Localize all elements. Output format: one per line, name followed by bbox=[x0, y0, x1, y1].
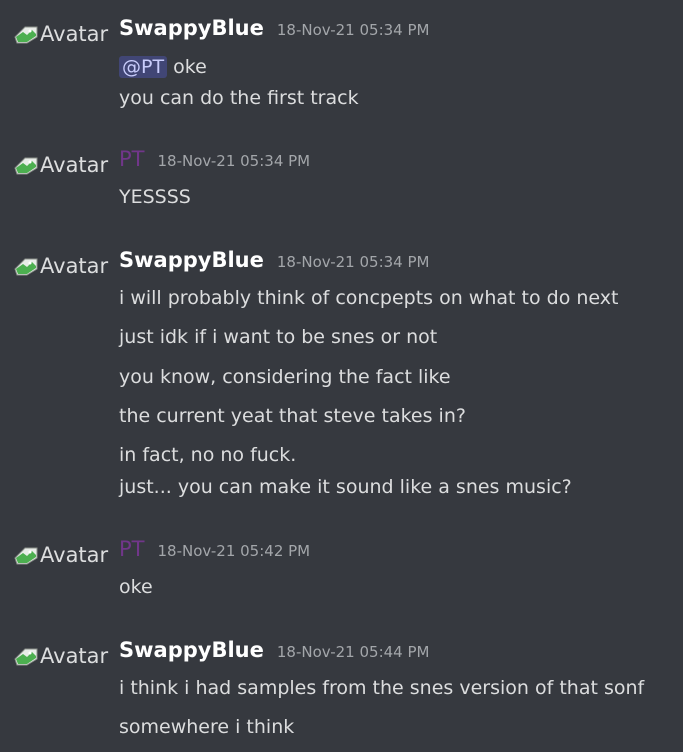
message-header: PT 18-Nov-21 05:42 PM bbox=[119, 537, 310, 561]
message-line: YESSSS bbox=[119, 186, 191, 208]
avatar-alt-text: Avatar bbox=[40, 153, 109, 177]
avatar-alt-text: Avatar bbox=[40, 254, 109, 278]
message-line: just idk if i want to be snes or not bbox=[119, 326, 438, 348]
avatar-alt-text: Avatar bbox=[40, 644, 109, 668]
broken-image-icon bbox=[14, 258, 38, 276]
avatar[interactable]: Avatar bbox=[13, 22, 108, 46]
timestamp: 18-Nov-21 05:34 PM bbox=[276, 253, 430, 271]
message-line: just... you can make it sound like a sne… bbox=[119, 476, 572, 498]
broken-image-icon bbox=[14, 547, 38, 565]
message-line: the current yeat that steve takes in? bbox=[119, 405, 466, 427]
message-line: somewhere i think bbox=[119, 716, 295, 738]
message-header: SwappyBlue 18-Nov-21 05:34 PM bbox=[119, 248, 429, 272]
author-name[interactable]: PT bbox=[119, 537, 145, 561]
avatar-alt-text: Avatar bbox=[40, 22, 109, 46]
message-line: i will probably think of concpepts on wh… bbox=[119, 287, 619, 309]
message-line: in fact, no no fuck. bbox=[119, 444, 297, 466]
avatar[interactable]: Avatar bbox=[13, 644, 108, 668]
broken-image-icon bbox=[14, 648, 38, 666]
timestamp: 18-Nov-21 05:44 PM bbox=[276, 643, 430, 661]
message-header: SwappyBlue 18-Nov-21 05:34 PM bbox=[119, 16, 429, 40]
timestamp: 18-Nov-21 05:34 PM bbox=[276, 21, 430, 39]
message-line: i think i had samples from the snes vers… bbox=[119, 677, 645, 699]
avatar[interactable]: Avatar bbox=[13, 153, 108, 177]
chat-log: Avatar SwappyBlue 18-Nov-21 05:34 PM @PT… bbox=[0, 0, 683, 752]
avatar[interactable]: Avatar bbox=[13, 254, 108, 278]
message-header: SwappyBlue 18-Nov-21 05:44 PM bbox=[119, 638, 429, 662]
user-mention[interactable]: @PT bbox=[119, 56, 168, 78]
message-line: you can do the first track bbox=[119, 87, 359, 109]
message-line: you know, considering the fact like bbox=[119, 366, 451, 388]
avatar-alt-text: Avatar bbox=[40, 543, 109, 567]
author-name[interactable]: SwappyBlue bbox=[119, 638, 264, 662]
avatar[interactable]: Avatar bbox=[13, 543, 108, 567]
author-name[interactable]: SwappyBlue bbox=[119, 16, 264, 40]
message-line: @PT oke bbox=[119, 56, 207, 78]
author-name[interactable]: PT bbox=[119, 147, 145, 171]
message-line: oke bbox=[119, 576, 153, 598]
broken-image-icon bbox=[14, 26, 38, 44]
broken-image-icon bbox=[14, 157, 38, 175]
message-text: oke bbox=[173, 56, 207, 78]
message-header: PT 18-Nov-21 05:34 PM bbox=[119, 147, 310, 171]
timestamp: 18-Nov-21 05:42 PM bbox=[157, 542, 311, 560]
timestamp: 18-Nov-21 05:34 PM bbox=[157, 152, 311, 170]
author-name[interactable]: SwappyBlue bbox=[119, 248, 264, 272]
